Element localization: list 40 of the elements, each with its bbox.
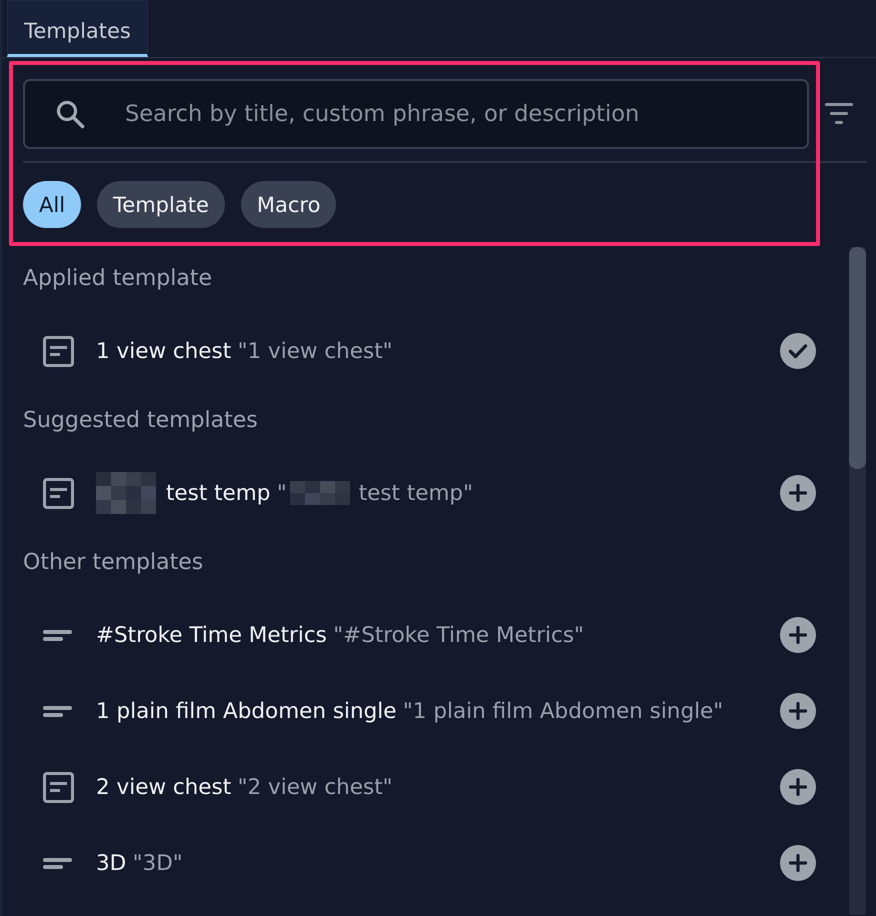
add-button[interactable] [780, 475, 816, 511]
plus-icon [789, 854, 807, 872]
filter-chip[interactable]: Template [97, 181, 225, 228]
filter-icon[interactable] [825, 103, 853, 125]
add-button[interactable] [780, 769, 816, 805]
template-title[interactable]: 1 view chest [96, 338, 232, 364]
filter-chip[interactable]: Macro [240, 181, 336, 228]
filter-chip[interactable]: All [23, 181, 82, 228]
custom-phrase: "#Stroke Time Metrics" [333, 622, 584, 648]
template-title[interactable]: 1 plain film Abdomen single [96, 698, 396, 724]
section-heading: Other templates [23, 549, 204, 577]
plus-icon [789, 626, 807, 644]
quote-mark: " [276, 480, 287, 506]
section-heading: Applied template [23, 265, 212, 293]
plus-icon [789, 702, 807, 720]
add-button[interactable] [780, 845, 816, 881]
short-text-icon [43, 706, 72, 716]
custom-phrase: "1 plain film Abdomen single" [402, 698, 724, 724]
short-text-icon [43, 858, 72, 868]
tab[interactable]: Templates [7, 0, 148, 57]
template-title[interactable]: 2 view chest [96, 774, 232, 800]
document-icon [43, 772, 74, 802]
template-title[interactable]: #Stroke Time Metrics [96, 622, 327, 648]
custom-phrase: test temp" [358, 480, 473, 506]
custom-phrase: "1 view chest" [238, 338, 393, 364]
add-button[interactable] [780, 617, 816, 653]
search-icon [55, 99, 85, 129]
custom-phrase: "2 view chest" [238, 774, 393, 800]
custom-phrase: "3D" [132, 850, 183, 876]
plus-icon [789, 484, 807, 502]
add-button[interactable] [780, 693, 816, 729]
scrollbar-thumb[interactable] [849, 247, 866, 469]
plus-icon [789, 778, 807, 796]
template-title[interactable]: 3D [96, 850, 126, 876]
search-field[interactable]: Search by title, custom phrase, or description [23, 79, 809, 149]
document-icon [43, 336, 74, 366]
short-text-icon [43, 630, 72, 640]
document-icon [43, 478, 74, 508]
template-title[interactable]: test temp [166, 480, 270, 506]
section-heading: Suggested templates [23, 407, 258, 435]
